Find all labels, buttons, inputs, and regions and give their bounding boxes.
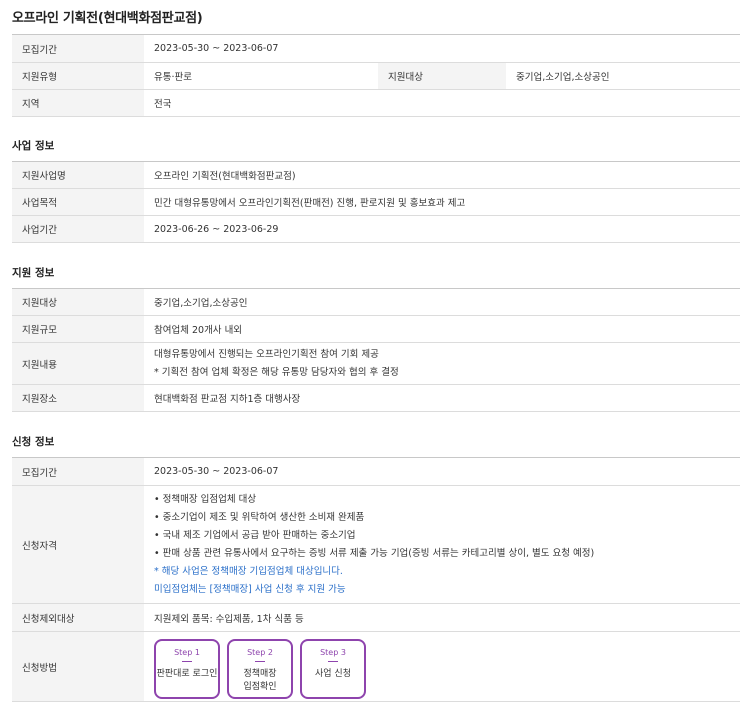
step-label: 사업 신청 [315,668,351,679]
step-label: 판판대로 로그인 [156,668,218,679]
recruit-period-label: 모집기간 [12,34,144,63]
list-item: • 판매 상품 관련 유통사에서 요구하는 증빙 서류 제출 가능 기업(증빙 … [154,547,595,559]
step-divider [255,660,265,662]
step-2-card: Step 2 정책매장 입점확인 [227,638,293,699]
support-target-label: 지원대상 [12,288,144,316]
apply-method-value: Step 1 판판대로 로그인 Step 2 정책매장 입점확인 Step 3 … [144,632,740,702]
qualification-value: • 정책매장 입점업체 대상 • 중소기업이 제조 및 위탁하여 생산한 소비재… [144,486,740,604]
step-number: Step 2 [247,647,273,657]
region-label: 지역 [12,89,144,117]
support-type-value: 유통·판로 [154,72,192,83]
table-row: 사업목적 민간 대형유통망에서 오프라인기획전(판매전) 진행, 판로지원 및 … [12,188,740,216]
table-row: 지원사업명 오프라인 기획전(현대백화점판교점) [12,161,740,189]
qualification-label: 신청자격 [12,485,144,604]
support-place-label: 지원장소 [12,384,144,412]
business-period-label: 사업기간 [12,215,144,243]
page-title: 오프라인 기획전(현대백화점판교점) [12,11,203,26]
business-purpose-value: 민간 대형유통망에서 오프라인기획전(판매전) 진행, 판로지원 및 홍보효과 … [154,198,466,209]
qualification-link[interactable]: 미입점업체는 [정책매장] 사업 신청 후 지원 가능 [154,581,740,599]
business-name-value: 오프라인 기획전(현대백화점판교점) [154,171,296,182]
table-row: 신청제외대상 지원제외 품목: 수입제품, 1차 식품 등 [12,603,740,632]
step-list: Step 1 판판대로 로그인 Step 2 정책매장 입점확인 Step 3 … [154,635,740,699]
step-number: Step 3 [320,647,346,657]
support-target-value: 중기업,소기업,소상공인 [516,72,610,83]
table-row: 신청방법 Step 1 판판대로 로그인 Step 2 정책매장 입점확인 St… [12,631,740,702]
summary-table: 모집기간 2023-05-30 ~ 2023-06-07 지원유형 유통·판로 … [12,34,740,117]
table-row: 모집기간 2023-05-30 ~ 2023-06-07 [12,34,740,63]
list-item: • 정책매장 입점업체 대상 [154,493,257,505]
support-target-label: 지원대상 [378,62,506,90]
recruit-period-value: 2023-05-30 ~ 2023-06-07 [154,43,279,54]
business-info-title: 사업 정보 [12,140,55,152]
support-info-table: 지원대상 중기업,소기업,소상공인 지원규모 참여업체 20개사 내외 지원내용… [12,288,740,412]
table-row: 지원대상 중기업,소기업,소상공인 [12,288,740,316]
apply-info-title: 신청 정보 [12,436,55,448]
table-row: 모집기간 2023-05-30 ~ 2023-06-07 [12,457,740,486]
apply-info-table: 모집기간 2023-05-30 ~ 2023-06-07 신청자격 • 정책매장… [12,457,740,702]
step-divider [328,660,338,662]
support-info-title: 지원 정보 [12,267,55,279]
apply-period-label: 모집기간 [12,457,144,486]
exclude-label: 신청제외대상 [12,603,144,632]
table-row: 지원유형 유통·판로 지원대상 중기업,소기업,소상공인 [12,62,740,90]
support-target-value: 중기업,소기업,소상공인 [154,298,248,309]
table-row: 지역 전국 [12,89,740,117]
step-label: 정책매장 입점확인 [243,668,277,692]
step-3-card: Step 3 사업 신청 [300,638,366,699]
region-value: 전국 [154,99,172,110]
business-name-label: 지원사업명 [12,161,144,189]
table-row: 지원규모 참여업체 20개사 내외 [12,315,740,343]
step-number: Step 1 [174,647,200,657]
support-scale-label: 지원규모 [12,315,144,343]
list-item: • 국내 제조 기업에서 공급 받아 판매하는 중소기업 [154,529,356,541]
table-row: 신청자격 • 정책매장 입점업체 대상 • 중소기업이 제조 및 위탁하여 생산… [12,485,740,604]
table-row: 지원내용 대형유통망에서 진행되는 오프라인기획전 참여 기회 제공 * 기획전… [12,342,740,385]
qualification-list: • 정책매장 입점업체 대상 • 중소기업이 제조 및 위탁하여 생산한 소비재… [154,491,740,563]
exclude-value: 지원제외 품목: 수입제품, 1차 식품 등 [154,613,304,625]
business-purpose-label: 사업목적 [12,188,144,216]
business-info-table: 지원사업명 오프라인 기획전(현대백화점판교점) 사업목적 민간 대형유통망에서… [12,161,740,243]
support-type-label: 지원유형 [12,62,144,90]
support-scale-value: 참여업체 20개사 내외 [154,325,243,336]
table-row: 사업기간 2023-06-26 ~ 2023-06-29 [12,215,740,243]
support-content-line: 대형유통망에서 진행되는 오프라인기획전 참여 기회 제공 [154,348,379,360]
list-item: • 중소기업이 제조 및 위탁하여 생산한 소비재 완제품 [154,511,365,523]
step-divider [182,660,192,662]
support-content-note: * 기획전 참여 업체 확정은 해당 유통망 담당자와 협의 후 결정 [154,366,399,378]
support-content-value: 대형유통망에서 진행되는 오프라인기획전 참여 기회 제공 * 기획전 참여 업… [144,343,740,385]
support-place-value: 현대백화점 판교점 지하1층 대행사장 [154,394,301,405]
qualification-note: * 해당 사업은 정책매장 기입점업체 대상입니다. [154,565,343,577]
step-1-card: Step 1 판판대로 로그인 [154,638,220,699]
apply-method-label: 신청방법 [12,631,144,702]
table-row: 지원장소 현대백화점 판교점 지하1층 대행사장 [12,384,740,412]
support-content-label: 지원내용 [12,342,144,385]
business-period-value: 2023-06-26 ~ 2023-06-29 [154,223,279,235]
apply-period-value: 2023-05-30 ~ 2023-06-07 [154,466,279,477]
